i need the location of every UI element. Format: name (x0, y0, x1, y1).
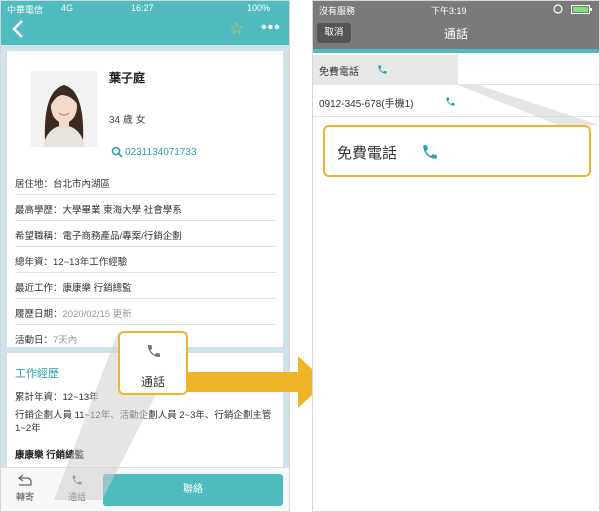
detail-row-education: 最高學歷：大學畢業 東海大學 社會學系 (15, 195, 277, 221)
forward-button[interactable]: 轉寄 (5, 474, 45, 503)
callout-pointer-shadow (458, 85, 599, 125)
detail-row-recent-job: 最近工作：康康樂 行銷總監 (15, 273, 277, 299)
profile-card: 葉子庭 34 歲 女 0231134071733 居住地：台北市內湖區 最高學歷… (7, 51, 283, 347)
rotation-lock-icon (553, 4, 563, 14)
action-sheet-header: 取消 通話 (313, 17, 599, 49)
back-chevron-icon[interactable] (11, 19, 25, 39)
favorite-star-icon[interactable]: ☆ (229, 19, 244, 39)
option-label: 0912-345-678(手機1) (319, 99, 414, 110)
phone-icon (446, 97, 455, 106)
right-phone-screen: 沒有服務 下午3:19 取消 通話 免費電話 0912-345-678(手機1)… (312, 0, 600, 512)
option-free-call[interactable]: 免費電話 (313, 53, 599, 85)
profile-photo (31, 71, 97, 147)
battery-label: 100% (247, 3, 271, 13)
candidate-name: 葉子庭 (109, 71, 146, 85)
phone-icon (378, 65, 387, 74)
free-call-callout: 免費電話 (323, 125, 591, 177)
more-options-icon[interactable]: ••• (261, 18, 281, 38)
clock: 下午3:19 (431, 6, 467, 16)
search-icon (111, 146, 123, 158)
battery-icon (571, 5, 592, 14)
candidate-age-gender: 34 歲 女 (109, 115, 146, 126)
network-label: 4G (61, 3, 74, 13)
detail-row-resume-date: 履歷日期：2020/02/15 更新 (15, 299, 277, 325)
top-nav-bar: ☆ ••• (1, 15, 289, 45)
detail-row-experience-years: 總年資：12~13年工作經驗 (15, 247, 277, 273)
detail-row-residence: 居住地：台北市內湖區 (15, 169, 277, 195)
profile-detail-list: 居住地：台北市內湖區 最高學歷：大學畢業 東海大學 社會學系 希望職稱：電子商務… (15, 169, 277, 351)
callout-label: 通話 (140, 375, 165, 389)
phone-icon (148, 345, 160, 357)
phone-icon (423, 145, 437, 159)
forward-icon (18, 474, 32, 486)
carrier-label: 沒有服務 (319, 6, 356, 16)
call-callout: 通話 (118, 331, 188, 395)
status-bar: 沒有服務 下午3:19 (313, 1, 599, 17)
callout-label: 免費電話 (337, 145, 398, 162)
clock: 16:27 (131, 3, 154, 13)
candidate-phone-link[interactable]: 0231134071733 (125, 147, 197, 158)
status-bar: 中華電信 4G 16:27 100% (1, 1, 289, 15)
sheet-title: 通話 (443, 27, 468, 41)
option-label: 免費電話 (319, 67, 359, 78)
transition-arrow (186, 356, 326, 408)
detail-row-desired-title: 希望職稱：電子商務產品/專案/行銷企劃 (15, 221, 277, 247)
